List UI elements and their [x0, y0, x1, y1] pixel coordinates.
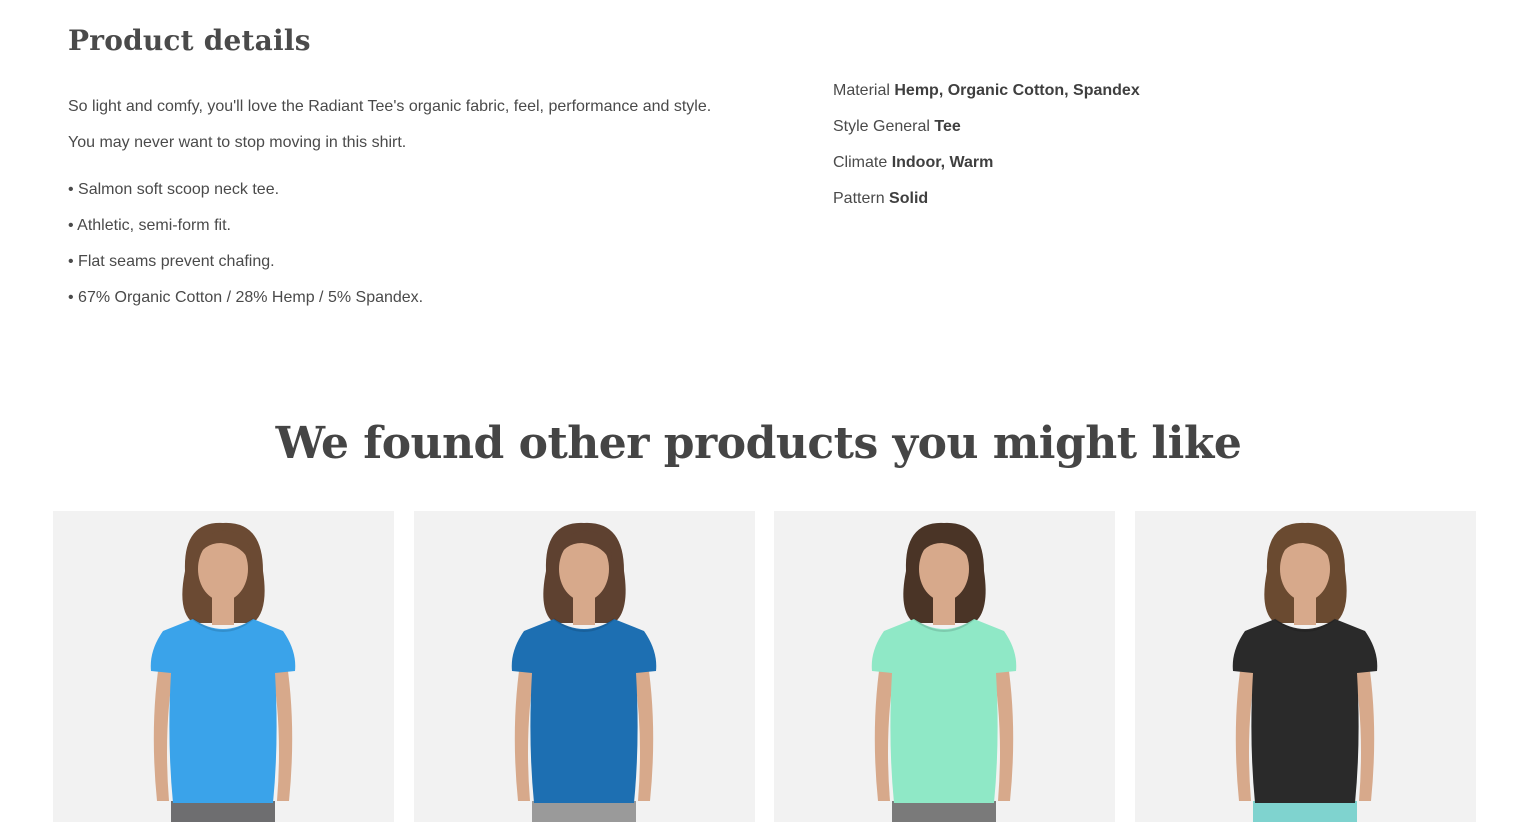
feature-item: • 67% Organic Cotton / 28% Hemp / 5% Spa… [68, 289, 424, 306]
product-image [150, 522, 296, 822]
description-line: You may never want to stop moving in thi… [68, 134, 407, 151]
attribute-label: Style General [833, 118, 930, 135]
product-image [871, 522, 1017, 822]
product-image [511, 522, 657, 822]
product-card[interactable] [414, 511, 755, 822]
feature-item: • Flat seams prevent chafing. [68, 253, 275, 270]
attribute-value: Indoor, Warm [891, 154, 994, 171]
product-page: Product details So light and comfy, you'… [0, 0, 1517, 822]
attribute-material: Material Hemp, Organic Cotton, Spandex [833, 73, 1140, 109]
product-attributes: Material Hemp, Organic Cotton, Spandex S… [833, 73, 1140, 217]
attribute-label: Material [833, 82, 890, 99]
attribute-label: Climate [833, 154, 888, 171]
description-line: So light and comfy, you'll love the Radi… [68, 98, 712, 115]
product-details-title: Product details [68, 24, 311, 57]
attribute-value: Solid [889, 190, 929, 207]
product-card[interactable] [53, 511, 394, 822]
attribute-label: Pattern [833, 190, 885, 207]
product-card[interactable] [1135, 511, 1476, 822]
attribute-pattern: Pattern Solid [833, 181, 1140, 217]
attribute-climate: Climate Indoor, Warm [833, 145, 1140, 181]
product-description: So light and comfy, you'll love the Radi… [68, 89, 788, 161]
feature-item: • Athletic, semi-form fit. [68, 217, 231, 234]
product-card[interactable] [774, 511, 1115, 822]
attribute-value: Hemp, Organic Cotton, Spandex [894, 82, 1140, 99]
feature-list: • Salmon soft scoop neck tee. • Athletic… [68, 172, 423, 316]
product-image [1232, 522, 1378, 822]
attribute-style-general: Style General Tee [833, 109, 1140, 145]
recommended-products-grid [53, 511, 1476, 822]
recommendations-title: We found other products you might like [275, 418, 1242, 469]
attribute-value: Tee [934, 118, 961, 135]
feature-item: • Salmon soft scoop neck tee. [68, 181, 280, 198]
